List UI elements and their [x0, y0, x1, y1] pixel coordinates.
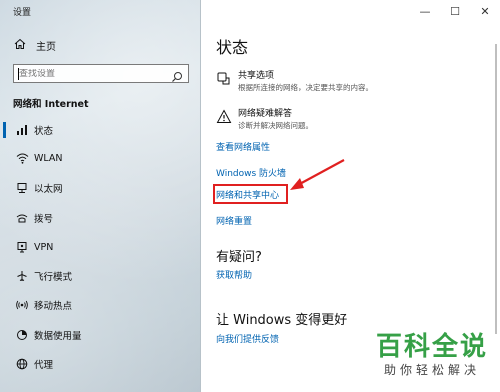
troubleshoot-icon	[216, 109, 232, 125]
sidebar-item-wlan[interactable]: WLAN	[0, 146, 200, 170]
feedback-link[interactable]: 向我们提供反馈	[216, 332, 279, 345]
page-title: 状态	[216, 38, 249, 57]
share-icon	[216, 71, 232, 87]
sidebar-item-label: 移动热点	[34, 301, 73, 312]
search-icon[interactable]	[171, 68, 183, 82]
option-title: 共享选项	[238, 71, 275, 81]
option-title: 网络疑难解答	[238, 109, 293, 119]
sidebar-item-dialup[interactable]: 拨号	[0, 206, 200, 230]
sidebar-item-data-usage[interactable]: 数据使用量	[0, 323, 200, 347]
home-icon	[14, 38, 26, 53]
watermark: 百科全说 助你轻松解决	[376, 332, 488, 378]
maximize-button[interactable]: ☐	[440, 0, 470, 22]
sidebar-item-label: 以太网	[34, 184, 63, 195]
windows-firewall-link[interactable]: Windows 防火墙	[216, 166, 286, 179]
sidebar-item-label: 状态	[34, 126, 54, 137]
sidebar-item-hotspot[interactable]: 移动热点	[0, 293, 200, 317]
watermark-title: 百科全说	[375, 332, 488, 362]
sidebar-item-label: 代理	[34, 360, 54, 371]
option-desc: 诊断并解决网络问题。	[238, 121, 313, 130]
text-caret	[18, 68, 19, 80]
sidebar-item-label: WLAN	[34, 152, 63, 164]
data-usage-icon	[15, 328, 29, 342]
scrollbar[interactable]	[495, 44, 497, 334]
search-input[interactable]	[14, 68, 164, 79]
sidebar-item-airplane[interactable]: 飞行模式	[0, 264, 200, 288]
sharing-options[interactable]: 共享选项 根据所连接的网络，决定要共享的内容。	[216, 70, 373, 93]
search-box[interactable]	[13, 64, 189, 83]
sidebar: 设置 主页 网络和 Internet 状态 WLAN	[0, 0, 201, 392]
active-indicator	[3, 122, 6, 138]
hotspot-icon	[15, 298, 29, 312]
sidebar-item-label: 飞行模式	[34, 272, 73, 283]
get-help-link[interactable]: 获取帮助	[216, 268, 252, 281]
main-content: — ☐ ✕ 状态 共享选项 根据所连接的网络，决定要共享的内容。 网络疑难解答 …	[201, 0, 500, 392]
network-reset-link[interactable]: 网络重置	[216, 214, 252, 227]
dialup-icon	[15, 211, 29, 225]
sidebar-section-title: 网络和 Internet	[13, 99, 89, 110]
sidebar-item-status[interactable]: 状态	[0, 118, 200, 142]
sidebar-item-label: VPN	[34, 241, 54, 253]
sidebar-item-label: 拨号	[34, 214, 54, 225]
view-network-properties-link[interactable]: 查看网络属性	[216, 140, 270, 153]
home-label: 主页	[36, 42, 56, 53]
highlight-box	[213, 184, 288, 204]
improve-heading: 让 Windows 变得更好	[216, 313, 348, 328]
vpn-icon	[15, 240, 29, 254]
wifi-icon	[15, 151, 29, 165]
sidebar-item-ethernet[interactable]: 以太网	[0, 176, 200, 200]
help-heading: 有疑问?	[216, 250, 262, 265]
status-icon	[15, 123, 29, 137]
window-controls: — ☐ ✕	[410, 0, 500, 22]
sidebar-item-vpn[interactable]: VPN	[0, 235, 200, 259]
network-troubleshooter[interactable]: 网络疑难解答 诊断并解决网络问题。	[216, 108, 313, 131]
ethernet-icon	[15, 181, 29, 195]
sidebar-home-link[interactable]: 主页	[14, 38, 56, 53]
watermark-subtitle: 助你轻松解决	[383, 363, 480, 377]
sidebar-item-proxy[interactable]: 代理	[0, 352, 200, 376]
globe-icon	[15, 357, 29, 371]
option-desc: 根据所连接的网络，决定要共享的内容。	[238, 83, 373, 92]
close-button[interactable]: ✕	[470, 0, 500, 22]
window-title: 设置	[13, 8, 32, 18]
minimize-button[interactable]: —	[410, 0, 440, 22]
sidebar-item-label: 数据使用量	[34, 331, 82, 342]
airplane-icon	[15, 269, 29, 283]
